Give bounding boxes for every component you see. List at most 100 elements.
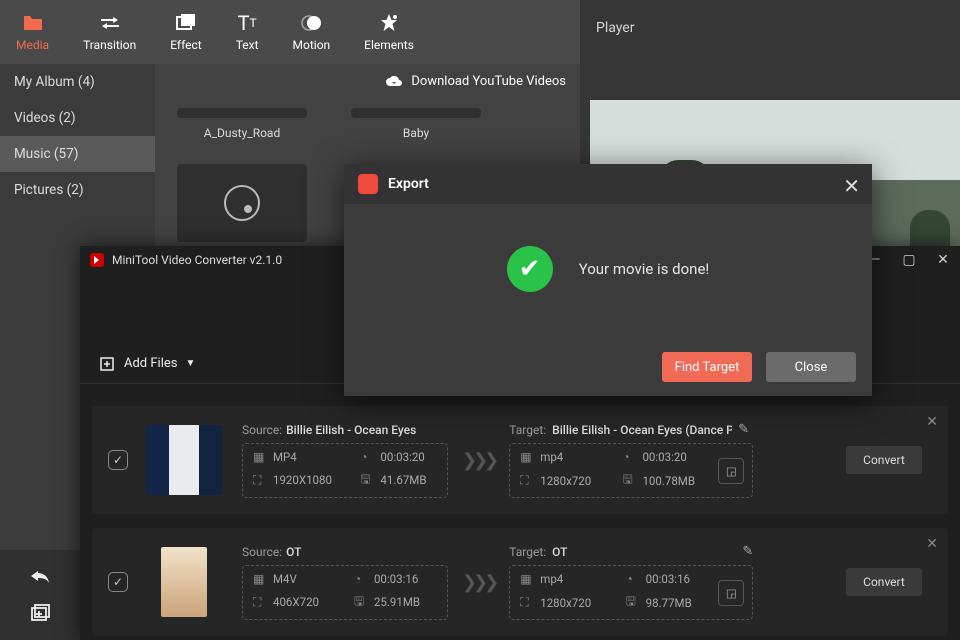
target-settings-button[interactable]: ◲: [718, 458, 744, 484]
tab-media-label: Media: [16, 38, 49, 52]
target-duration: 00:03:20: [642, 450, 686, 464]
filesize-icon: 🖫: [626, 592, 640, 613]
tab-media[interactable]: Media: [16, 12, 49, 52]
remove-row-icon[interactable]: ✕: [926, 536, 938, 552]
tab-elements[interactable]: Elements: [364, 12, 414, 52]
source-prefix: Source:: [242, 423, 282, 437]
remove-row-icon[interactable]: ✕: [926, 414, 938, 430]
export-app-icon: [358, 174, 378, 194]
target-column: Target:OT✎ ▦mp4 ◔00:03:16 ⛶1280x720 🖫98.…: [509, 544, 753, 620]
target-size: 100.78MB: [642, 474, 695, 488]
row-checkbox[interactable]: ✓: [108, 450, 128, 470]
undo-icon[interactable]: [29, 568, 51, 584]
clock-icon: ◔: [360, 450, 374, 464]
folder-icon: [22, 12, 44, 34]
source-duration: 00:03:20: [380, 450, 424, 464]
source-name: OT: [286, 545, 301, 559]
transition-icon: [99, 12, 121, 34]
clock-icon: ◔: [626, 572, 640, 586]
filesize-icon: 🖫: [360, 470, 374, 491]
target-format: mp4: [540, 572, 563, 586]
source-column: Source:Billie Eilish - Ocean Eyes ▦MP4 ◔…: [242, 423, 448, 498]
success-check-icon: ✔: [507, 246, 553, 292]
chevron-down-icon[interactable]: ▼: [185, 358, 195, 369]
add-track-icon[interactable]: [30, 604, 50, 622]
target-size: 98.77MB: [646, 596, 692, 610]
media-thumb[interactable]: Baby: [351, 108, 481, 140]
tab-elements-label: Elements: [364, 38, 414, 52]
export-dialog-header[interactable]: Export ✕: [344, 164, 872, 204]
sidebar-item-videos[interactable]: Videos (2): [0, 100, 155, 136]
sidebar-item-music[interactable]: Music (57): [0, 136, 155, 172]
format-icon: ▦: [253, 450, 267, 464]
find-target-button[interactable]: Find Target: [662, 352, 752, 382]
arrow-icon: ❯❯❯: [448, 572, 509, 593]
export-dialog-footer: Find Target Close: [662, 352, 856, 382]
tab-motion[interactable]: Motion: [293, 12, 331, 52]
resolution-icon: ⛶: [253, 595, 267, 610]
target-resolution: 1280x720: [540, 474, 591, 488]
timeline-tool-column: [0, 550, 80, 640]
target-prefix: Target:: [509, 545, 546, 559]
source-prefix: Source:: [242, 545, 282, 559]
sidebar-item-my-album[interactable]: My Album (4): [0, 64, 155, 100]
media-thumb[interactable]: [177, 164, 307, 242]
download-youtube-button[interactable]: Download YouTube Videos: [385, 74, 566, 89]
text-icon: TT: [238, 12, 257, 34]
media-thumb-label: A_Dusty_Road: [177, 126, 307, 140]
cloud-download-icon: [385, 75, 403, 89]
converter-job-row: ✓ Source:OT ▦M4V ◔00:03:16 ⛶406X720 🖫25.…: [92, 528, 948, 636]
window-controls: ― ▢ ✕: [858, 246, 960, 274]
converter-job-row: ✓ Source:Billie Eilish - Ocean Eyes ▦MP4…: [92, 406, 948, 514]
add-files-label: Add Files: [124, 356, 177, 371]
resolution-icon: ⛶: [520, 473, 534, 488]
target-format: mp4: [540, 450, 563, 464]
motion-icon: [300, 12, 322, 34]
tab-effect[interactable]: Effect: [170, 12, 202, 52]
source-meta-box: ▦M4V ◔00:03:16 ⛶406X720 🖫25.91MB: [242, 565, 448, 620]
export-dialog-body: ✔ Your movie is done!: [344, 204, 872, 334]
arrow-icon: ❯❯❯: [448, 450, 509, 471]
source-resolution: 1920X1080: [273, 473, 332, 487]
edit-target-icon[interactable]: ✎: [742, 544, 753, 559]
convert-button[interactable]: Convert: [846, 568, 922, 596]
source-resolution: 406X720: [273, 595, 319, 609]
target-settings-button[interactable]: ◲: [718, 580, 744, 606]
source-thumbnail: [146, 425, 222, 495]
tab-effect-label: Effect: [170, 38, 202, 52]
source-thumbnail: [161, 547, 207, 617]
resolution-icon: ⛶: [253, 473, 267, 488]
source-column: Source:OT ▦M4V ◔00:03:16 ⛶406X720 🖫25.91…: [242, 545, 448, 620]
export-dialog-title: Export: [388, 176, 429, 192]
tab-text[interactable]: TT Text: [236, 12, 259, 52]
maximize-button[interactable]: ▢: [892, 246, 926, 274]
media-thumb-label: Baby: [351, 126, 481, 140]
tab-motion-label: Motion: [293, 38, 331, 52]
export-message: Your movie is done!: [579, 260, 710, 278]
converter-job-list: ✓ Source:Billie Eilish - Ocean Eyes ▦MP4…: [92, 406, 948, 640]
add-files-button[interactable]: Add Files ▼: [100, 356, 195, 372]
clock-icon: ◔: [622, 450, 636, 464]
download-youtube-label: Download YouTube Videos: [411, 74, 566, 89]
source-format: MP4: [273, 450, 297, 464]
format-icon: ▦: [520, 572, 534, 586]
clock-icon: ◔: [354, 572, 368, 586]
target-resolution: 1280x720: [540, 596, 591, 610]
edit-target-icon[interactable]: ✎: [738, 422, 749, 437]
close-button[interactable]: Close: [766, 352, 856, 382]
sidebar-item-pictures[interactable]: Pictures (2): [0, 172, 155, 208]
target-meta-box: ▦mp4 ◔00:03:16 ⛶1280x720 🖫98.77MB ◲: [509, 565, 753, 620]
target-name: Billie Eilish - Ocean Eyes (Dance Perf: [552, 423, 732, 437]
elements-icon: [379, 12, 399, 34]
convert-button[interactable]: Convert: [846, 446, 922, 474]
target-meta-box: ▦mp4 ◔00:03:20 ⛶1280x720 🖫100.78MB ◲: [509, 443, 753, 498]
export-dialog: Export ✕ ✔ Your movie is done! Find Targ…: [344, 164, 872, 396]
source-duration: 00:03:16: [374, 572, 418, 586]
filesize-icon: 🖫: [354, 592, 368, 613]
format-icon: ▦: [520, 450, 534, 464]
row-checkbox[interactable]: ✓: [108, 572, 128, 592]
tab-transition[interactable]: Transition: [83, 12, 136, 52]
close-icon[interactable]: ✕: [843, 174, 860, 198]
close-window-button[interactable]: ✕: [926, 246, 960, 274]
media-thumb[interactable]: A_Dusty_Road: [177, 108, 307, 140]
